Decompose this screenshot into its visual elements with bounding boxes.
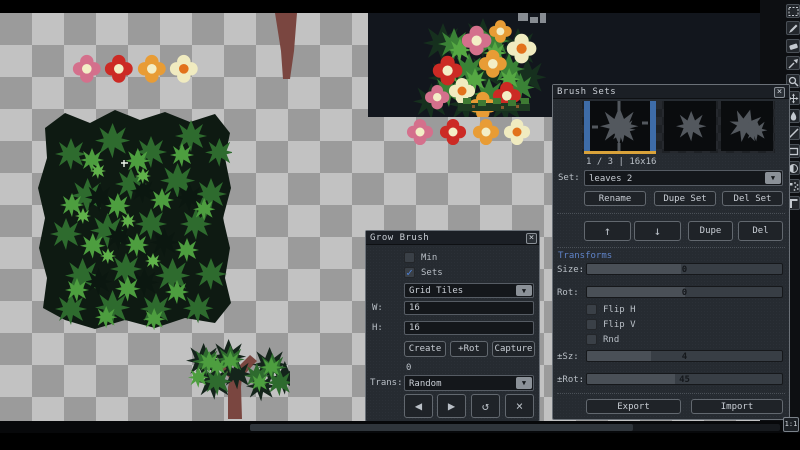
count-value: 0 (406, 363, 412, 373)
trans-value: Random (409, 378, 442, 389)
trans-dropdown[interactable]: Random ▼ (404, 375, 534, 391)
width-value: 16 (409, 303, 420, 313)
create-button[interactable]: Create (404, 341, 446, 357)
dupe-set-button[interactable]: Dupe Set (654, 191, 716, 206)
sets-checkbox[interactable]: ✓ (404, 267, 415, 278)
capture-button[interactable]: Capture (492, 341, 535, 357)
grow-brush-dialog: Grow Brush × Min ✓ Sets Grid Tiles ▼ W: … (365, 230, 540, 422)
divider (557, 213, 785, 214)
flower-row-1-art (72, 54, 198, 83)
brush-sets-close-icon[interactable]: × (774, 87, 785, 98)
delta-size-slider[interactable]: 4 (586, 350, 783, 362)
grow-brush-title: Grow Brush (370, 232, 430, 243)
eraser-icon[interactable] (786, 39, 800, 53)
chevron-down-icon[interactable]: ▼ (516, 377, 532, 389)
height-field[interactable]: 16 (404, 321, 534, 335)
flip-v-label: Flip V (603, 320, 636, 330)
transforms-section-title: Transforms (558, 251, 613, 261)
dupe-button[interactable]: Dupe (688, 221, 733, 241)
rot-label: Rot: (557, 288, 579, 298)
grow-brush-close-icon[interactable]: × (526, 233, 537, 244)
del-button[interactable]: Del (738, 221, 783, 241)
next-button[interactable]: ▶ (437, 394, 466, 418)
mode-value: Grid Tiles (409, 286, 464, 296)
rot-slider[interactable]: 0 (586, 286, 783, 298)
tree-trunk-top-art (275, 13, 297, 79)
height-value: 16 (409, 323, 420, 333)
flower-row-2-art (406, 118, 531, 146)
min-checkbox[interactable] (404, 252, 415, 263)
flip-h-checkbox[interactable] (586, 304, 597, 315)
rot-value: 0 (681, 288, 688, 298)
eyedropper-icon[interactable] (786, 56, 800, 70)
bush-art (38, 110, 232, 330)
delta-size-label: ±Sz: (557, 352, 579, 362)
trans-label: Trans: (370, 378, 403, 388)
horizontal-scrollbar-thumb[interactable] (250, 424, 633, 431)
flip-h-label: Flip H (603, 305, 636, 315)
size-slider[interactable]: 0 (586, 263, 783, 275)
cancel-button[interactable]: × (505, 394, 534, 418)
chevron-down-icon[interactable]: ▼ (516, 285, 532, 296)
brush-sets-title: Brush Sets (557, 86, 617, 97)
tree-art (186, 339, 290, 419)
divider (557, 247, 785, 248)
brush-counter: 1 / 3 | 16x16 (586, 157, 657, 167)
brush-thumbnail-row (582, 101, 775, 154)
rect-select-icon[interactable] (786, 4, 800, 18)
delta-size-value: 4 (681, 352, 688, 362)
horizontal-scrollbar[interactable] (250, 424, 780, 431)
rename-button[interactable]: Rename (584, 191, 646, 206)
brush-thumbnail[interactable] (721, 101, 773, 151)
width-label: W: (372, 303, 383, 313)
width-field[interactable]: 16 (404, 301, 534, 315)
set-dropdown[interactable]: leaves 2 ▼ (584, 170, 783, 186)
size-label: Size: (557, 265, 585, 275)
rnd-label: Rnd (603, 335, 620, 345)
delta-rot-value: 45 (679, 375, 690, 385)
import-button[interactable]: Import (691, 399, 783, 414)
selected-thumbnail-underline (584, 151, 656, 154)
brush-cursor (121, 160, 128, 167)
zoom-reset-button[interactable]: 1:1 (783, 417, 799, 432)
height-label: H: (372, 323, 383, 333)
set-label: Set: (558, 173, 580, 183)
size-value: 0 (681, 265, 688, 275)
delta-rot-slider[interactable]: 45 (586, 373, 783, 385)
move-down-button[interactable]: ↓ (634, 221, 681, 241)
brush-sets-titlebar[interactable]: Brush Sets (553, 85, 789, 99)
plus-rot-button[interactable]: +Rot (450, 341, 488, 357)
brush-thumbnail-selected[interactable] (584, 101, 656, 151)
divider (557, 393, 785, 394)
rnd-checkbox[interactable] (586, 334, 597, 345)
prev-button[interactable]: ◀ (404, 394, 433, 418)
reset-button[interactable]: ↺ (471, 394, 500, 418)
chevron-down-icon[interactable]: ▼ (765, 172, 781, 184)
min-label: Min (421, 253, 438, 263)
pencil-icon[interactable] (786, 21, 800, 35)
move-up-button[interactable]: ↑ (584, 221, 631, 241)
sets-label: Sets (421, 268, 443, 278)
delta-rot-label: ±Rot: (557, 375, 585, 385)
set-value: leaves 2 (589, 173, 633, 184)
flip-v-checkbox[interactable] (586, 319, 597, 330)
mode-dropdown[interactable]: Grid Tiles ▼ (404, 283, 534, 298)
status-bar (0, 421, 800, 433)
del-set-button[interactable]: Del Set (722, 191, 783, 206)
check-icon: ✓ (406, 266, 413, 279)
grow-brush-titlebar[interactable]: Grow Brush (366, 231, 539, 245)
app-window: Grow Brush × Min ✓ Sets Grid Tiles ▼ W: … (0, 0, 800, 450)
export-button[interactable]: Export (586, 399, 681, 414)
brush-sets-dialog: Brush Sets × 1 / 3 | 16x16 Set: leaves 2… (552, 84, 790, 420)
brush-thumbnail[interactable] (664, 101, 716, 151)
